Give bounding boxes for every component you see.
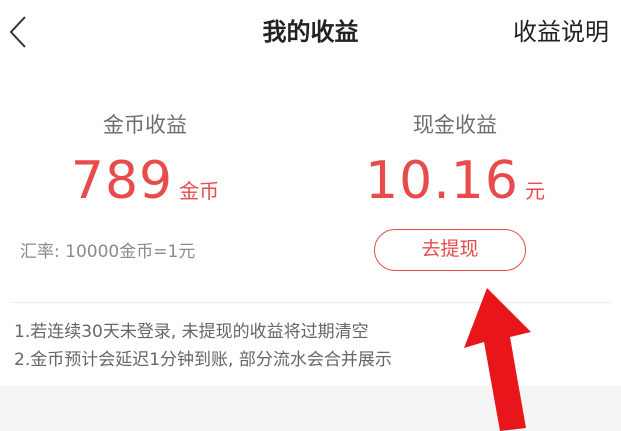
coin-amount: 789 金币 — [40, 154, 250, 220]
exchange-rate-text: 汇率: 10000金币=1元 — [20, 242, 196, 262]
cash-earnings-panel: 现金收益 10.16 元 — [355, 110, 555, 220]
cash-amount-unit: 元 — [524, 179, 545, 203]
note-item: 1.若连续30天未登录, 未提现的收益将过期清空 — [14, 322, 369, 342]
withdraw-button[interactable]: 去提现 — [374, 229, 526, 271]
notes-list: 1.若连续30天未登录, 未提现的收益将过期清空 2.金币预计会延迟1分钟到账,… — [14, 318, 392, 374]
cash-amount-value: 10.16 — [365, 151, 519, 211]
annotation-arrow-icon — [464, 288, 531, 431]
note-item: 2.金币预计会延迟1分钟到账, 部分流水会合并展示 — [14, 350, 392, 370]
header-bar: 我的收益 收益说明 — [0, 0, 621, 68]
coin-earnings-panel: 金币收益 789 金币 — [40, 110, 250, 220]
coin-amount-unit: 金币 — [179, 179, 220, 203]
cash-amount: 10.16 元 — [355, 154, 555, 220]
earnings-info-link[interactable]: 收益说明 — [513, 14, 609, 50]
coin-amount-value: 789 — [70, 151, 174, 211]
cash-earnings-label: 现金收益 — [413, 113, 497, 137]
coin-earnings-label: 金币收益 — [103, 113, 187, 137]
